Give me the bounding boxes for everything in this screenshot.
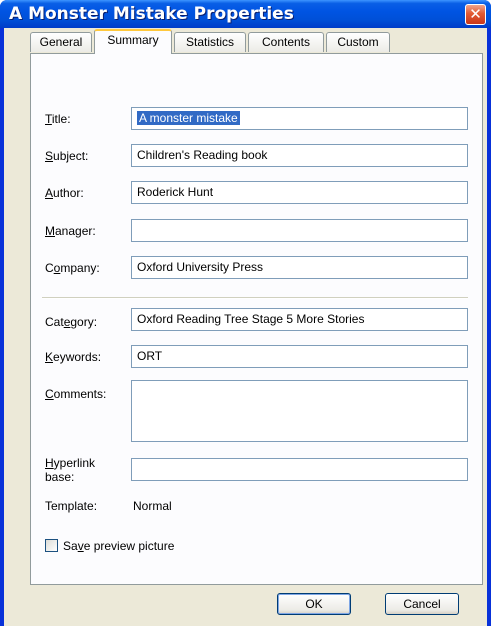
hyperlink-base-label: Hyperlink base:	[45, 456, 96, 484]
ok-button[interactable]: OK	[277, 593, 351, 615]
category-label: Category:	[45, 315, 98, 329]
title-label: Title:	[45, 112, 71, 126]
save-preview-label: Save preview picture	[63, 539, 175, 553]
title-value-selected: A monster mistake	[137, 111, 240, 125]
hyperlink-base-field[interactable]	[131, 458, 468, 481]
title-field[interactable]: A monster mistake	[131, 107, 468, 130]
template-label: Template:	[45, 499, 98, 513]
keywords-field[interactable]: ORT	[131, 345, 468, 368]
template-value: Normal	[133, 499, 172, 513]
subject-field[interactable]: Children's Reading book	[131, 144, 468, 167]
subject-label: Subject:	[45, 149, 89, 163]
author-label: Author:	[45, 186, 84, 200]
section-divider	[42, 297, 468, 299]
keywords-label: Keywords:	[45, 350, 102, 364]
manager-field[interactable]	[131, 219, 468, 242]
manager-label: Manager:	[45, 224, 96, 238]
category-field[interactable]: Oxford Reading Tree Stage 5 More Stories	[131, 308, 468, 331]
cancel-button[interactable]: Cancel	[385, 593, 459, 615]
save-preview-checkbox[interactable]	[45, 539, 58, 552]
company-field[interactable]: Oxford University Press	[131, 256, 468, 279]
company-label: Company:	[45, 261, 100, 275]
comments-label: Comments:	[45, 387, 107, 401]
author-field[interactable]: Roderick Hunt	[131, 181, 468, 204]
comments-field[interactable]	[131, 380, 468, 442]
